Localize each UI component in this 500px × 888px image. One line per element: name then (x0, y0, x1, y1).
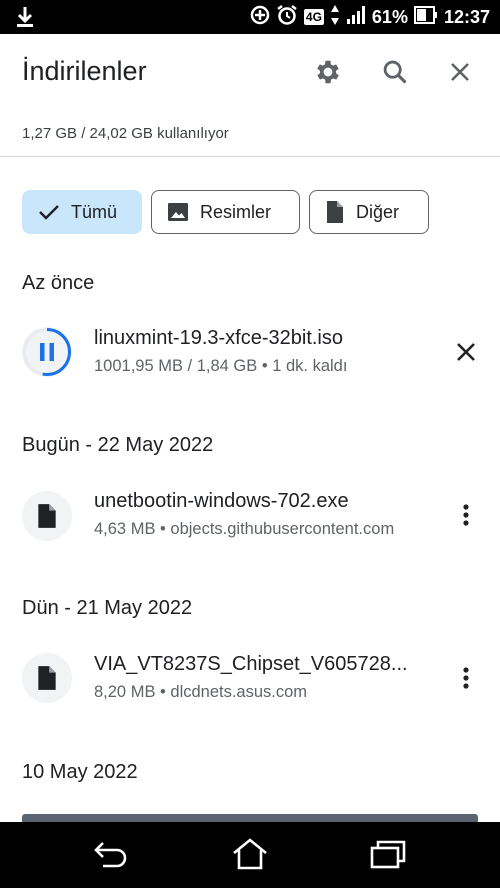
download-item-name[interactable]: VIA_VT8237S_Chipset_V605728... (94, 653, 430, 676)
chip-images[interactable]: Resimler (151, 190, 300, 234)
section-heading-may-10: 10 May 2022 (22, 761, 138, 783)
chip-all[interactable]: Tümü (22, 190, 142, 234)
alarm-icon (276, 4, 298, 31)
more-vert-icon (463, 667, 469, 689)
pause-icon (40, 343, 54, 361)
app-bar: İndirilenler (0, 34, 500, 110)
back-icon (94, 842, 127, 868)
chip-other[interactable]: Diğer (309, 190, 429, 234)
divider (0, 156, 500, 157)
section-heading-today: Bugün - 22 May 2022 (22, 434, 214, 456)
item-menu-button[interactable] (450, 662, 482, 694)
close-icon (457, 343, 475, 361)
home-icon (233, 838, 267, 870)
chip-images-label: Resimler (200, 201, 272, 222)
section-heading-yesterday: Dün - 21 May 2022 (22, 597, 193, 619)
download-item-meta: 1001,95 MB / 1,84 GB • 1 dk. kaldı (94, 357, 348, 375)
file-icon (327, 201, 343, 223)
check-icon (39, 205, 59, 220)
download-status-icon (14, 5, 36, 29)
list-item-peek (22, 814, 478, 822)
download-item-name[interactable]: linuxmint-19.3-xfce-32bit.iso (94, 327, 430, 350)
chip-all-label: Tümü (71, 201, 118, 222)
data-arrows-icon (330, 4, 340, 31)
settings-button[interactable] (310, 54, 346, 90)
download-item-name[interactable]: unetbootin-windows-702.exe (94, 490, 430, 513)
file-icon (38, 504, 56, 528)
signal-icon (346, 5, 366, 30)
pause-download-button[interactable] (22, 327, 72, 377)
back-button[interactable] (89, 832, 133, 876)
page-title: İndirilenler (22, 56, 147, 86)
storage-usage: 1,27 GB / 24,02 GB kullanılıyor (22, 125, 229, 142)
battery-icon (413, 5, 438, 30)
file-icon (38, 666, 56, 690)
network-type: 4G (303, 9, 324, 25)
clock: 12:37 (443, 6, 490, 27)
data-saver-icon (250, 5, 270, 30)
more-vert-icon (463, 504, 469, 526)
close-button[interactable] (442, 54, 478, 90)
file-type-badge (22, 491, 72, 541)
gear-icon (317, 60, 339, 84)
item-menu-button[interactable] (450, 499, 482, 531)
file-type-badge (22, 653, 72, 703)
status-bar: 4G 61% 12:37 (0, 0, 500, 34)
recents-icon (370, 840, 406, 869)
search-icon (383, 60, 407, 84)
section-heading-just-now: Az önce (22, 272, 95, 294)
battery-level: 61% (371, 6, 408, 27)
download-item-meta: 8,20 MB • dlcdnets.asus.com (94, 683, 308, 701)
chip-other-label: Diğer (356, 201, 400, 222)
image-icon (168, 203, 188, 221)
home-button[interactable] (228, 832, 272, 876)
navigation-bar (0, 822, 500, 888)
close-icon (451, 63, 469, 81)
search-button[interactable] (377, 54, 413, 90)
download-item-meta: 4,63 MB • objects.githubusercontent.com (94, 520, 395, 538)
recents-button[interactable] (366, 832, 410, 876)
cancel-download-button[interactable] (450, 336, 482, 368)
